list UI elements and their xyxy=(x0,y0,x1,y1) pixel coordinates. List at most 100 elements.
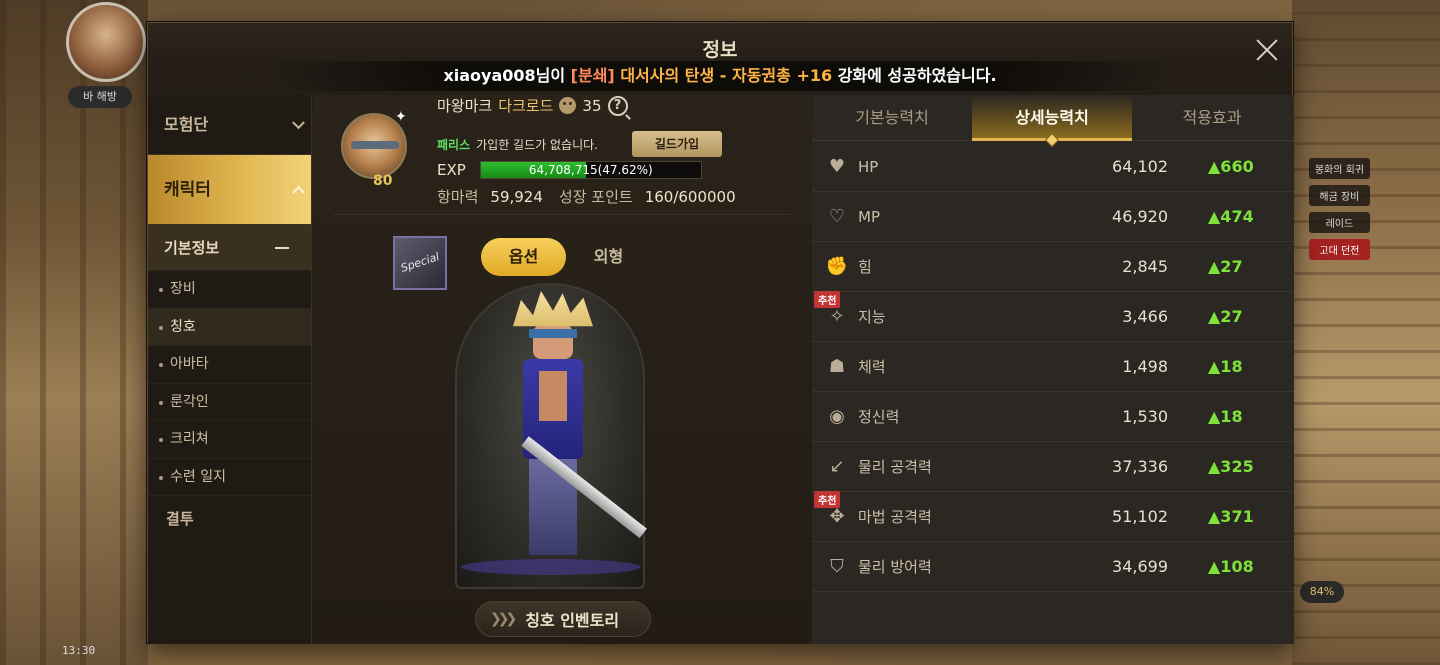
chevron-up-icon xyxy=(292,185,305,199)
sidebar-sub-label: 기본정보 xyxy=(164,239,220,257)
stat-increase: ▲371 xyxy=(1208,507,1254,526)
sprite-headband xyxy=(529,329,577,338)
hud-right-labels: 봉화의 회귀 해금 장비 레이드 고대 던전 xyxy=(1308,158,1370,260)
collapse-minus-icon xyxy=(275,247,289,249)
stat-value: 46,920 xyxy=(1112,207,1168,226)
notice-suffix: 강화에 성공하였습니다. xyxy=(832,66,997,85)
tab-detail-label: 상세능력치 xyxy=(1015,108,1089,127)
hud-right-label[interactable]: 해금 장비 xyxy=(1308,185,1370,206)
sprite-chest xyxy=(539,371,567,421)
tab-basic-stats[interactable]: 기본능력치 xyxy=(812,95,972,141)
stat-value: 37,336 xyxy=(1112,457,1168,476)
double-arrow-icon: ❯❯❯ xyxy=(490,611,517,627)
stat-increase: ▲18 xyxy=(1208,357,1243,376)
hud-right-label[interactable]: 봉화의 회귀 xyxy=(1308,158,1370,179)
stat-value: 1,498 xyxy=(1122,357,1168,376)
close-button[interactable] xyxy=(1252,35,1282,65)
title-badge-text: Special xyxy=(399,250,441,275)
stat-name: MP xyxy=(858,207,880,226)
power-label: 항마력 xyxy=(437,188,479,206)
hud-percent-badge: 84% xyxy=(1300,581,1344,603)
tab-applied-effects[interactable]: 적용효과 xyxy=(1132,95,1292,141)
sidebar-sub-basic-info[interactable]: 기본정보 xyxy=(148,225,311,271)
guild-status: 가입한 길드가 없습니다. xyxy=(476,137,598,152)
avatar-headband xyxy=(351,141,399,149)
power-value: 59,924 xyxy=(490,187,543,206)
fame-face-icon xyxy=(559,97,577,114)
title-inventory-label: 칭호 인벤토리 xyxy=(525,611,620,630)
sparkle-icon: ✦ xyxy=(395,109,407,125)
magic-icon: ✥ xyxy=(829,506,845,527)
heart-outline-icon: ♡ xyxy=(828,206,846,227)
notice-user: xiaoya008님이 xyxy=(443,66,571,85)
sidebar-item-title[interactable]: 칭호 xyxy=(148,308,311,346)
exp-label: EXP xyxy=(437,161,466,179)
hud-clock: 13:30 xyxy=(62,644,96,657)
join-guild-button[interactable]: 길드가입 xyxy=(631,131,722,157)
stat-row-mp: ♡ MP 46,920 ▲474 xyxy=(812,192,1294,242)
exp-bar: 64,708,715(47.62%) xyxy=(479,161,702,179)
chevron-down-icon xyxy=(292,115,305,129)
stat-value: 2,845 xyxy=(1122,257,1168,276)
tab-detail-stats[interactable]: 상세능력치 xyxy=(972,95,1132,148)
toggle-option-button[interactable]: 옵션 xyxy=(481,238,566,276)
hud-right-label[interactable]: 고대 던전 xyxy=(1308,239,1370,260)
stat-increase: ▲27 xyxy=(1208,307,1243,326)
stat-row-vit: ☗ 체력 1,498 ▲18 xyxy=(812,342,1294,392)
sidebar-group-character[interactable]: 캐릭터 xyxy=(148,155,311,225)
stat-row-phys-def: ⛉ 물리 방어력 34,699 ▲108 xyxy=(812,542,1294,592)
notice-tag: [분쇄] xyxy=(570,66,615,85)
sidebar-item-rune[interactable]: 룬각인 xyxy=(148,384,311,421)
stat-name: 힘 xyxy=(858,258,872,276)
stat-row-mag-atk: 추천 ✥ 마법 공격력 51,102 ▲371 xyxy=(812,491,1294,542)
stat-name: HP xyxy=(858,157,879,176)
stats-tabs: 기본능력치 상세능력치 적용효과 xyxy=(812,95,1294,148)
stat-name: 지능 xyxy=(858,308,886,326)
help-search-icon[interactable]: ? xyxy=(607,95,628,116)
exp-text: 64,708,715(47.62%) xyxy=(528,163,653,177)
stat-value: 34,699 xyxy=(1112,557,1168,576)
stat-name: 정신력 xyxy=(858,408,900,426)
sword-icon: ↙ xyxy=(829,456,845,477)
toggle-appearance-button[interactable]: 외형 xyxy=(566,238,651,276)
view-toggle: 옵션 외형 xyxy=(481,238,651,276)
stat-row-spi: ◉ 정신력 1,530 ▲18 xyxy=(812,392,1294,442)
title-badge-icon[interactable]: Special xyxy=(393,236,447,290)
stat-row-phys-atk: ↙ 물리 공격력 37,336 ▲325 xyxy=(812,442,1294,492)
stat-name: 물리 공격력 xyxy=(858,458,932,476)
stat-increase: ▲18 xyxy=(1208,407,1243,426)
divider xyxy=(333,214,791,215)
sidebar-group-adventure[interactable]: 모험단 xyxy=(148,95,311,155)
growth-value: 160/600000 xyxy=(644,187,736,206)
background-right-scene xyxy=(1292,0,1440,665)
fist-icon: ✊ xyxy=(825,256,849,277)
stat-row-int: 추천 ✧ 지능 3,466 ▲27 xyxy=(812,291,1294,342)
sparkle-icon: ✧ xyxy=(829,306,845,327)
sidebar-group-duel[interactable]: 결투 xyxy=(148,496,311,542)
character-info-window: 정보 xiaoya008님이 [분쇄] 대서사의 탄생 - 자동권총 +16 강… xyxy=(147,22,1294,644)
fame-value: 35 xyxy=(582,96,602,115)
hud-name-tag: 바 해방 xyxy=(68,86,132,108)
growth-label: 성장 포인트 xyxy=(558,188,633,206)
sidebar-item-avatar[interactable]: 아바타 xyxy=(148,346,311,384)
sidebar-item-equipment[interactable]: 장비 xyxy=(148,271,311,309)
torso-icon: ☗ xyxy=(828,356,846,377)
stats-panel: 기본능력치 상세능력치 적용효과 ♥ HP 64,102 ▲660 ♡ MP 4… xyxy=(812,95,1294,644)
stat-increase: ▲27 xyxy=(1208,257,1243,276)
hud-right-label[interactable]: 레이드 xyxy=(1308,212,1370,233)
stat-value: 1,530 xyxy=(1122,407,1168,426)
window-title: 정보 xyxy=(702,39,738,61)
sidebar-item-creature[interactable]: 크리쳐 xyxy=(148,421,311,459)
stat-name: 마법 공격력 xyxy=(858,508,932,526)
shield-icon: ⛉ xyxy=(830,556,844,577)
hud-player-portrait[interactable] xyxy=(66,2,146,82)
sidebar-group-label: 모험단 xyxy=(164,115,209,134)
character-panel: 80 ✦ 마왕마크 다크로드 35 ? 패리스 가입한 길드가 없습니다. 길드… xyxy=(313,95,811,644)
sidebar-item-training-log[interactable]: 수련 일지 xyxy=(148,459,311,496)
title-inventory-button[interactable]: ❯❯❯ 칭호 인벤토리 xyxy=(475,601,651,637)
power-line: 항마력 59,924 성장 포인트 160/600000 xyxy=(437,186,740,207)
character-stage xyxy=(455,283,647,589)
guild-tag: 패리스 xyxy=(437,137,471,152)
stat-row-str: ✊ 힘 2,845 ▲27 xyxy=(812,242,1294,292)
heart-filled-icon: ♥ xyxy=(828,156,846,177)
